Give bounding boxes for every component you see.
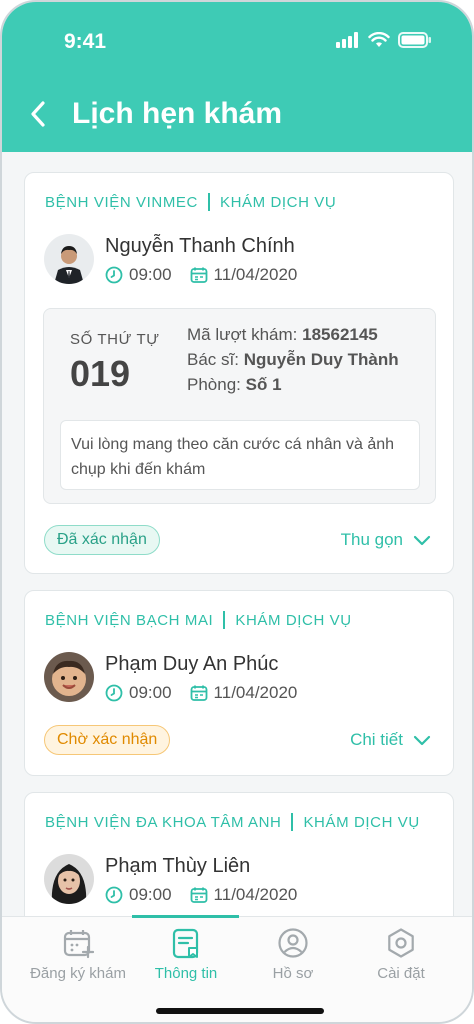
back-arrow-icon xyxy=(31,101,45,127)
details-label: Chi tiết xyxy=(350,730,403,749)
hospital-name: BỆNH VIỆN ĐA KHOA TÂM ANH xyxy=(45,813,282,831)
appointment-date: 11/04/2020 xyxy=(213,683,298,702)
appointment-meta: 09:00 11/04/2020 xyxy=(105,885,297,905)
hospital-line: BỆNH VIỆN BẠCH MAI KHÁM DỊCH VỤ xyxy=(45,611,352,629)
phone-screen: 9:41 Lịch hẹn khám BỆNH VIỆN VINMEC KHÁM… xyxy=(0,0,474,1024)
calendar-icon xyxy=(190,887,207,903)
tab-label: Thông tin xyxy=(154,965,218,982)
chevron-down-icon xyxy=(413,735,431,745)
appointment-card[interactable]: BỆNH VIỆN ĐA KHOA TÂM ANH KHÁM DỊCH VỤ P… xyxy=(24,792,454,916)
tab-label: Hồ sơ xyxy=(272,965,314,982)
avatar-man-suit-icon xyxy=(44,234,94,284)
bottom-tab-bar: Đăng ký khám Thông tin Hồ sơ Cài đặt xyxy=(2,915,472,1022)
tab-register[interactable]: Đăng ký khám xyxy=(19,917,137,997)
order-number-label: SỐ THỨ TỰ xyxy=(70,331,160,348)
service-type: KHÁM DỊCH VỤ xyxy=(303,813,420,831)
order-number: 019 xyxy=(70,353,131,394)
appointment-list[interactable]: BỆNH VIỆN VINMEC KHÁM DỊCH VỤ Nguyễn Tha… xyxy=(2,152,472,916)
clock-icon xyxy=(105,886,123,904)
hospital-line: BỆNH VIỆN VINMEC KHÁM DỊCH VỤ xyxy=(45,193,336,211)
visit-code-label: Mã lượt khám: xyxy=(187,325,298,344)
service-type: KHÁM DỊCH VỤ xyxy=(219,193,337,211)
clock-icon xyxy=(105,684,123,702)
title-row: Lịch hẹn khám xyxy=(2,92,472,136)
room-row: Phòng: Số 1 xyxy=(187,375,282,395)
appointment-detail-box: SỐ THỨ TỰ 019 Mã lượt khám: 18562145 Bác… xyxy=(43,308,436,504)
room-label: Phòng: xyxy=(187,375,241,394)
divider xyxy=(223,611,226,629)
settings-icon xyxy=(388,928,414,958)
status-time: 9:41 xyxy=(64,30,107,53)
appointment-date: 11/04/2020 xyxy=(213,885,298,904)
details-button[interactable]: Chi tiết xyxy=(350,730,431,750)
battery-icon xyxy=(398,32,431,48)
tab-label: Cài đặt xyxy=(377,965,425,982)
visit-code-value: 18562145 xyxy=(302,325,378,344)
tab-settings[interactable]: Cài đặt xyxy=(342,917,460,997)
appointment-meta: 09:00 11/04/2020 xyxy=(105,683,297,703)
avatar xyxy=(44,234,94,284)
avatar-woman-icon xyxy=(44,854,94,904)
appointment-card[interactable]: BỆNH VIỆN BẠCH MAI KHÁM DỊCH VỤ Phạm Duy… xyxy=(24,590,454,776)
patient-name: Nguyễn Thanh Chính xyxy=(105,235,295,257)
hospital-name: BỆNH VIỆN VINMEC xyxy=(45,193,198,211)
profile-icon xyxy=(278,928,308,958)
doctor-value: Nguyễn Duy Thành xyxy=(243,350,399,369)
document-icon xyxy=(172,928,199,959)
hospital-line: BỆNH VIỆN ĐA KHOA TÂM ANH KHÁM DỊCH VỤ xyxy=(45,813,420,831)
avatar-child-icon xyxy=(44,652,94,702)
tab-info[interactable]: Thông tin xyxy=(127,917,245,997)
doctor-row: Bác sĩ: Nguyễn Duy Thành xyxy=(187,350,399,370)
tab-label: Đăng ký khám xyxy=(30,965,126,982)
appointment-card[interactable]: BỆNH VIỆN VINMEC KHÁM DỊCH VỤ Nguyễn Tha… xyxy=(24,172,454,574)
collapse-button[interactable]: Thu gọn xyxy=(341,530,431,550)
clock-icon xyxy=(105,266,123,284)
collapse-label: Thu gọn xyxy=(340,530,403,549)
wifi-icon xyxy=(368,32,390,47)
appointment-time: 09:00 xyxy=(129,683,172,702)
appointment-note: Vui lòng mang theo căn cước cá nhân và ả… xyxy=(60,420,420,490)
avatar xyxy=(44,652,94,702)
avatar xyxy=(44,854,94,904)
visit-code-row: Mã lượt khám: 18562145 xyxy=(187,325,378,345)
back-button[interactable] xyxy=(8,92,68,136)
patient-name: Phạm Thùy Liên xyxy=(105,855,251,877)
appointment-date: 11/04/2020 xyxy=(213,265,298,284)
status-icons xyxy=(336,32,432,48)
signal-icon xyxy=(336,32,358,48)
calendar-icon xyxy=(190,267,207,283)
chevron-down-icon xyxy=(413,535,431,545)
divider xyxy=(207,193,210,211)
app-header: 9:41 Lịch hẹn khám xyxy=(2,2,472,152)
patient-name: Phạm Duy An Phúc xyxy=(105,653,279,675)
divider xyxy=(291,813,294,831)
status-badge: Đã xác nhận xyxy=(44,525,160,555)
tab-profile[interactable]: Hồ sơ xyxy=(234,917,352,997)
calendar-icon xyxy=(190,685,207,701)
doctor-label: Bác sĩ: xyxy=(187,350,239,369)
page-title: Lịch hẹn khám xyxy=(72,97,283,130)
service-type: KHÁM DỊCH VỤ xyxy=(235,611,352,629)
status-badge: Chờ xác nhận xyxy=(44,725,171,755)
room-value: Số 1 xyxy=(245,375,282,394)
appointment-meta: 09:00 11/04/2020 xyxy=(105,265,297,285)
appointment-time: 09:00 xyxy=(129,885,172,904)
status-bar: 9:41 xyxy=(2,2,472,82)
home-indicator xyxy=(156,1008,324,1014)
calendar-add-icon xyxy=(63,930,94,959)
appointment-time: 09:00 xyxy=(129,265,172,284)
hospital-name: BỆNH VIỆN BẠCH MAI xyxy=(45,611,214,629)
